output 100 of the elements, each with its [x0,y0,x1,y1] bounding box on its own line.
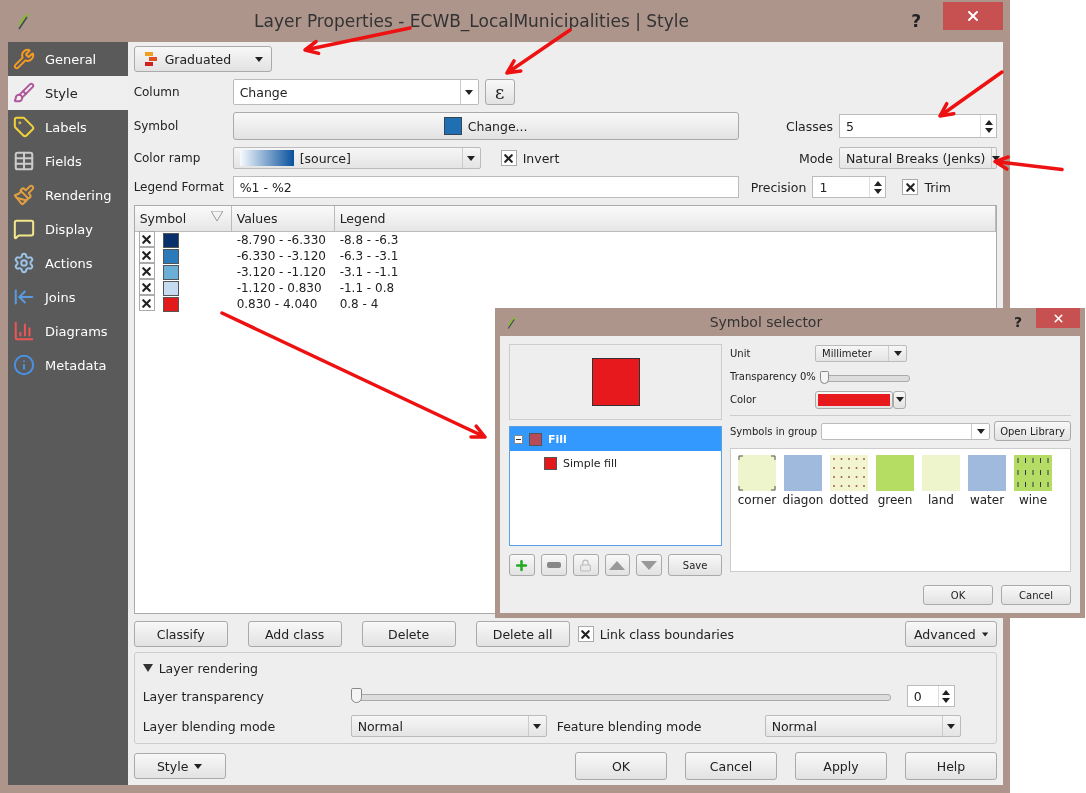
dialog-button[interactable]: Apply [795,752,887,780]
symbol-swatch[interactable] [968,455,1006,491]
spin-down-icon[interactable] [984,127,993,133]
layer-blending-dropdown[interactable]: Normal [350,715,547,737]
table-cell-text: -3.120 - -1.120 [235,265,327,279]
help-button[interactable]: ? [911,11,921,31]
symbol-swatch[interactable] [876,455,914,491]
table-cell-text: -6.330 - -3.120 [235,249,327,263]
transparency-slider-track[interactable] [350,688,891,704]
symbol-name: wine [1018,493,1048,507]
checkbox[interactable] [500,150,517,166]
dialog-button[interactable]: OK [575,752,667,780]
checkbox-label: Trim [924,179,951,195]
caret-icon [947,723,956,729]
graduated-icon [142,51,159,67]
table-cell-text: -8.790 - -6.330 [235,233,327,247]
field-label: Color ramp [133,151,202,165]
cross-icon [140,280,154,294]
expression-button[interactable]: ε [484,79,515,105]
field-label: Feature blending mode [556,718,703,734]
table-cell-text: -6.3 - -3.1 [338,249,400,263]
spin-down-icon[interactable] [942,697,951,703]
spin-up-icon[interactable] [942,689,951,695]
dialog-button[interactable]: Cancel [685,752,777,780]
caret-icon [976,428,985,434]
checkbox[interactable] [902,179,919,195]
field-label: Precision [750,179,807,195]
slider-thumb[interactable] [350,688,362,703]
unit-dropdown[interactable]: Millimeter [815,345,907,362]
field-label: Unit [730,348,752,359]
checkbox[interactable] [138,231,155,248]
sidebar-item[interactable]: Rendering [8,178,128,212]
action-button[interactable]: Delete [361,621,456,647]
caret-icon [254,56,263,62]
dialog-button[interactable]: Cancel [1001,585,1071,605]
legend-format-field[interactable]: %1 - %2 [232,176,739,198]
sidebar-item[interactable]: Joins [8,280,128,314]
collapse-icon[interactable] [514,434,523,444]
save-button[interactable]: Save [668,554,722,576]
layer-item[interactable]: Simple fill [510,451,721,475]
advanced-button[interactable]: Advanced [905,621,997,647]
symbol-swatch[interactable] [784,455,822,491]
sidebar-item[interactable]: Labels [8,110,128,144]
table-cell-text: -1.120 - 0.830 [235,281,323,295]
column-header[interactable]: Values [231,206,335,231]
symbol-swatch[interactable] [1014,455,1052,491]
symbol-swatch[interactable] [922,455,960,491]
checkbox[interactable] [577,626,594,642]
dialog-button[interactable]: Help [905,752,997,780]
remove-layer-button[interactable] [540,554,567,576]
symbol-button[interactable]: Change... [232,112,739,140]
checkbox[interactable] [138,247,155,264]
action-button[interactable]: Add class [247,621,342,647]
transparency-slider-track[interactable] [819,368,910,385]
open-library-button[interactable]: Open Library [994,421,1071,441]
mode-dropdown[interactable]: Natural Breaks (Jenks) [839,147,997,169]
checkbox[interactable] [138,263,155,280]
collapse-arrow-icon[interactable] [142,664,153,672]
color-button[interactable] [815,390,893,409]
symbol-swatch[interactable] [738,455,776,491]
symbol-swatch-icon [443,117,462,135]
precision-spinbox[interactable]: 1 [812,176,887,198]
column-dropdown[interactable]: Change [232,79,479,105]
spin-up-icon[interactable] [873,180,882,186]
slider-thumb[interactable] [819,370,829,384]
sidebar-item[interactable]: Display [8,212,128,246]
move-down-button[interactable] [636,554,663,576]
add-layer-button[interactable] [509,554,535,576]
feature-blending-dropdown[interactable]: Normal [764,715,961,737]
dialog-button[interactable]: OK [923,585,993,605]
move-up-button[interactable] [604,554,631,576]
sidebar-item[interactable]: Metadata [8,348,128,382]
checkbox[interactable] [138,279,155,296]
sidebar-item[interactable]: General [8,42,128,76]
action-button[interactable]: Classify [133,621,228,647]
caret-icon [981,631,988,637]
color-menu-button[interactable] [893,390,906,409]
renderer-dropdown[interactable]: Graduated [133,46,272,72]
sidebar-item[interactable]: Diagrams [8,314,128,348]
transparency-spinbox[interactable]: 0 [906,685,955,707]
close-button[interactable] [1036,308,1080,328]
spin-up-icon[interactable] [984,119,993,125]
lock-icon [579,558,593,572]
sidebar-item[interactable]: Style [8,76,128,110]
color-ramp-dropdown[interactable]: [source] [232,147,481,169]
column-header[interactable]: Legend [334,206,996,231]
annotation-arrow [938,70,1004,118]
action-button[interactable]: Delete all [475,621,570,647]
close-button[interactable] [943,2,1003,30]
checkbox[interactable] [138,295,155,312]
classes-spinbox[interactable]: 5 [839,114,997,138]
help-button[interactable]: ? [1013,314,1022,330]
style-button[interactable]: Style [133,753,226,779]
sidebar-item[interactable]: Fields [8,144,128,178]
spin-down-icon[interactable] [873,188,882,194]
sidebar-item[interactable]: Actions [8,246,128,280]
symbol-swatch[interactable] [830,455,868,491]
field-label: Layer blending mode [142,718,277,734]
speech-bubble-icon [13,218,35,240]
checkbox-label: Link class boundaries [599,626,735,642]
